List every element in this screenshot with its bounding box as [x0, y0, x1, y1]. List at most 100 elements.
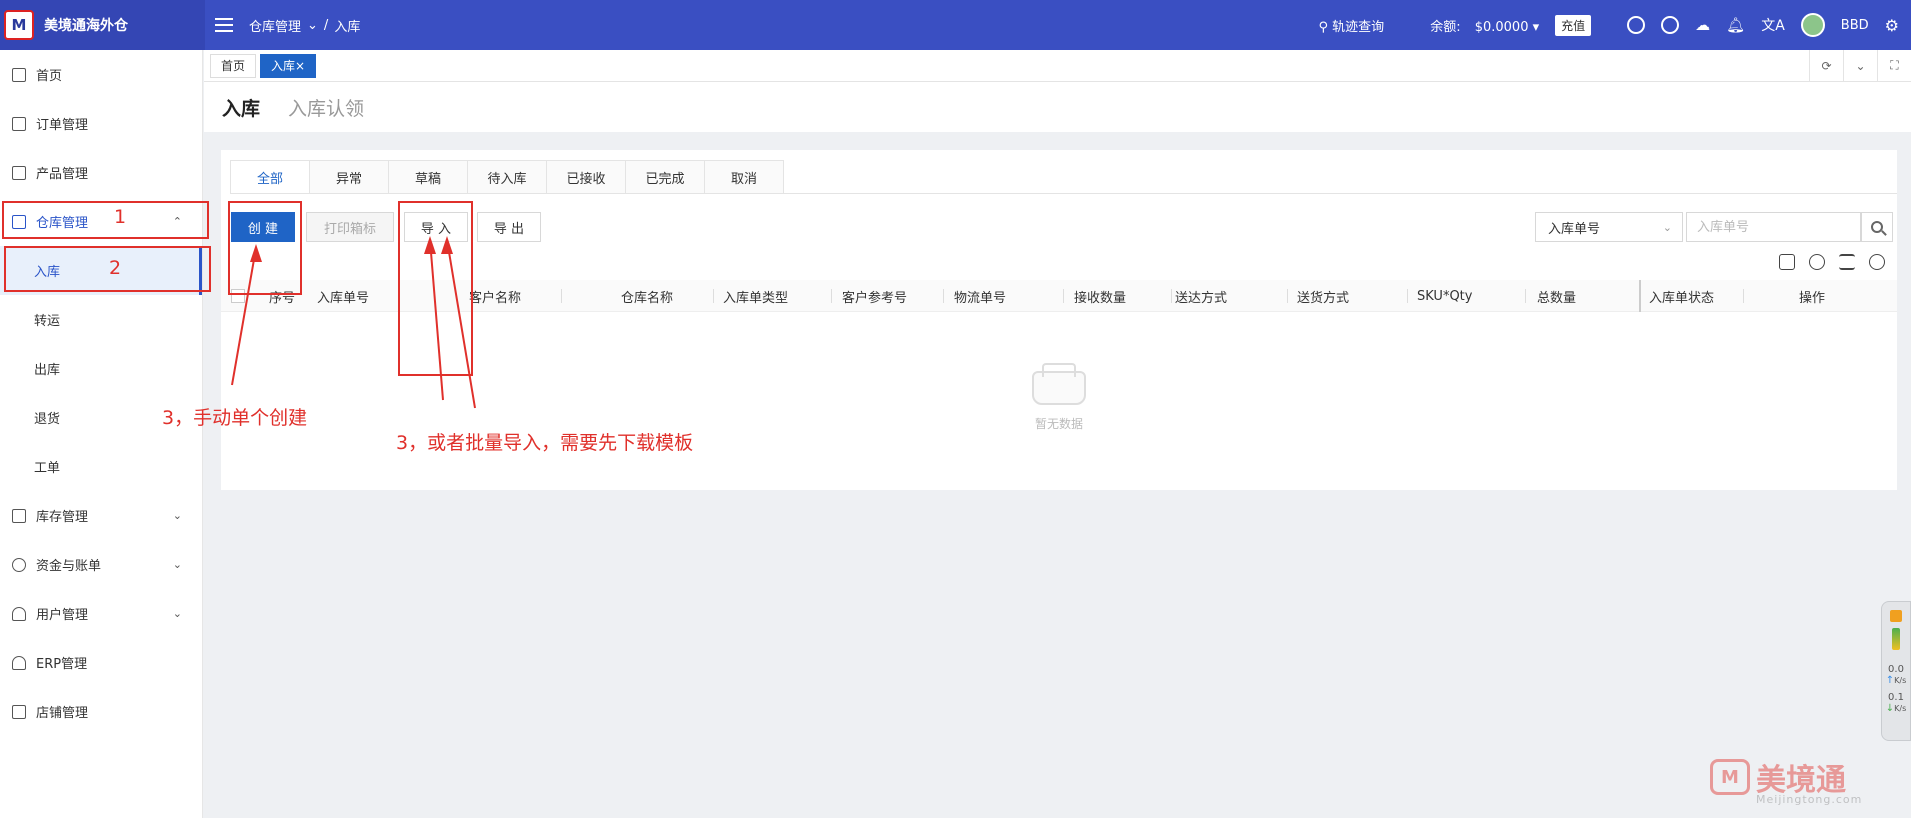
top-bar: M 美境通海外仓 仓库管理 ⌄ / 入库 ⚲ 轨迹查询 余额: $0.0000 … [0, 0, 1911, 50]
watermark-logo: M [1710, 759, 1750, 795]
refresh-icon[interactable] [1809, 254, 1825, 270]
chevron-down-icon: ⌄ [172, 558, 182, 571]
sidebar-subitem-transfer[interactable]: 转运 [0, 295, 202, 344]
chevron-down-icon: ⌄ [1662, 220, 1672, 234]
balance: 余额: $0.0000 ▾ [1430, 16, 1539, 35]
annotation-box-warehouse [2, 201, 209, 239]
col-total-qty: 总数量 [1537, 290, 1577, 306]
print-box-label-button[interactable]: 打印箱标 [306, 212, 394, 242]
chevron-down-icon[interactable]: ⌄ [1843, 49, 1877, 82]
col-inbound-no: 入库单号 [317, 290, 370, 306]
sidebar-item-label: 产品管理 [36, 167, 89, 182]
column-separator [713, 289, 714, 303]
translate-icon[interactable]: 文A [1761, 15, 1785, 35]
breadcrumb-item-warehouse[interactable]: 仓库管理 [249, 16, 301, 35]
search-icon [1871, 221, 1883, 233]
gear-icon[interactable] [1869, 254, 1885, 270]
search-input[interactable] [1686, 212, 1861, 242]
network-speed-widget[interactable]: 0.0 ↑K/s 0.1 ↓K/s [1881, 601, 1911, 741]
empty-box-icon [1032, 362, 1086, 405]
page-tab-home[interactable]: 首页 [210, 53, 257, 78]
sidebar-subitem-workorder[interactable]: 工单 [0, 442, 202, 491]
finance-icon [12, 557, 26, 572]
sidebar-item-shops[interactable]: 店铺管理 [0, 687, 202, 736]
col-sku-qty: SKU*Qty [1417, 288, 1473, 304]
history-icon[interactable] [1661, 16, 1680, 34]
balance-label: 余额: [1430, 19, 1461, 35]
watermark-domain: Meijingtong.com [1756, 793, 1863, 806]
sidebar-item-home[interactable]: 首页 [0, 50, 202, 99]
tab-all[interactable]: 全部 [230, 160, 310, 193]
refresh-icon[interactable] [1627, 16, 1646, 34]
sidebar-item-users[interactable]: 用户管理 ⌄ [0, 589, 202, 638]
annotation-step3-manual: 3，手动单个创建 [162, 407, 308, 429]
text-size-icon[interactable] [1839, 254, 1855, 270]
column-settings-icon[interactable] [1779, 254, 1795, 270]
page-title[interactable]: 入库 [222, 94, 260, 121]
avatar[interactable] [1800, 13, 1825, 37]
page-subtitle-claim[interactable]: 入库认领 [288, 94, 364, 121]
badge-icon [1890, 610, 1902, 622]
table-tools [1779, 254, 1885, 270]
sidebar-subitem-outbound[interactable]: 出库 [0, 344, 202, 393]
sidebar-item-label: 订单管理 [36, 118, 89, 133]
filter-field-value: 入库单号 [1548, 221, 1601, 237]
page-tab-inbound[interactable]: 入库 × [260, 53, 317, 78]
sidebar-item-finance[interactable]: 资金与账单 ⌄ [0, 540, 202, 589]
menu-collapse-icon[interactable] [215, 18, 233, 32]
user-name[interactable]: BBD [1841, 18, 1869, 33]
chevron-down-icon: ⌄ [307, 17, 318, 33]
gear-icon[interactable]: ⚙ [1885, 16, 1899, 35]
column-separator [561, 289, 562, 303]
signal-bar-icon [1892, 628, 1900, 650]
filter-field-select[interactable]: 入库单号 ⌄ [1535, 212, 1683, 242]
speed-up: 0.0 ↑K/s [1885, 664, 1907, 686]
column-separator [1743, 289, 1744, 303]
empty-text: 暂无数据 [1034, 416, 1083, 431]
annotation-step3-import: 3，或者批量导入，需要先下载模板 [396, 432, 694, 454]
sidebar-item-label: 店铺管理 [36, 706, 89, 721]
fullscreen-icon[interactable]: ⛶ [1877, 49, 1911, 82]
tab-draft[interactable]: 草稿 [388, 160, 468, 193]
recharge-button[interactable]: 充值 [1555, 14, 1592, 36]
tab-completed[interactable]: 已完成 [625, 160, 705, 193]
grid-icon [12, 67, 26, 82]
track-query-label: 轨迹查询 [1332, 19, 1385, 35]
column-separator [1639, 280, 1641, 312]
reload-icon[interactable]: ⟳ [1809, 49, 1843, 82]
inventory-icon [12, 508, 26, 523]
bell-icon[interactable]: 🔔︎ [1726, 16, 1745, 34]
watermark: M 美境通 Meijingtong.com [1710, 755, 1861, 806]
sidebar-item-erp[interactable]: ERP管理 [0, 638, 202, 687]
tab-exception[interactable]: 异常 [309, 160, 389, 193]
sidebar-item-inventory[interactable]: 库存管理 ⌄ [0, 491, 202, 540]
sidebar-item-orders[interactable]: 订单管理 [0, 99, 202, 148]
arrow-up-icon: ↑ [1885, 675, 1895, 686]
tab-pending[interactable]: 待入库 [467, 160, 547, 193]
sidebar-item-label: 用户管理 [36, 608, 89, 623]
export-button[interactable]: 导 出 [477, 212, 541, 242]
chevron-down-icon: ⌄ [172, 509, 182, 522]
brand[interactable]: M 美境通海外仓 [0, 0, 205, 50]
column-separator [1525, 289, 1526, 303]
search-icon: ⚲ [1318, 19, 1329, 35]
close-icon[interactable]: × [295, 59, 305, 73]
tab-received[interactable]: 已接收 [546, 160, 626, 193]
brand-logo: M [4, 10, 34, 40]
sidebar-item-products[interactable]: 产品管理 [0, 148, 202, 197]
tabs-divider [230, 193, 1897, 194]
track-query-link[interactable]: ⚲ 轨迹查询 [1319, 16, 1385, 35]
annotation-box-create [228, 201, 302, 295]
col-customer-name: 客户名称 [469, 290, 522, 306]
page-tab-label: 入库 [271, 59, 296, 73]
column-separator [1171, 289, 1172, 303]
search-button[interactable] [1861, 212, 1893, 242]
caret-down-icon[interactable]: ▾ [1533, 20, 1540, 35]
status-tabs: 全部 异常 草稿 待入库 已接收 已完成 取消 [230, 160, 784, 193]
cloud-upload-icon[interactable]: ☁ [1695, 16, 1710, 34]
chevron-down-icon: ⌄ [172, 607, 182, 620]
column-separator [1407, 289, 1408, 303]
tab-cancelled[interactable]: 取消 [704, 160, 784, 193]
arrow-down-icon: ↓ [1885, 703, 1895, 714]
tab-strip-tools: ⟳ ⌄ ⛶ [1809, 49, 1911, 82]
